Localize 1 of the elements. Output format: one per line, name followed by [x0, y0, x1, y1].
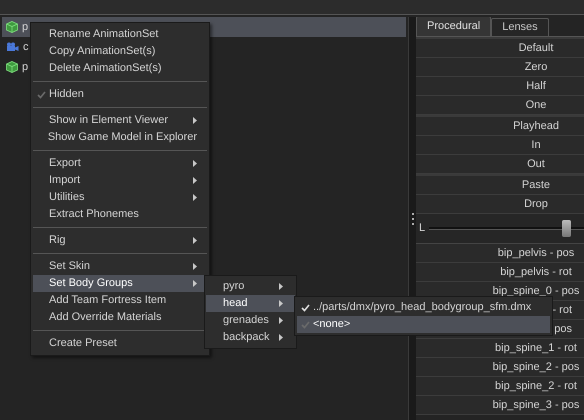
slider-label: L: [419, 221, 426, 236]
